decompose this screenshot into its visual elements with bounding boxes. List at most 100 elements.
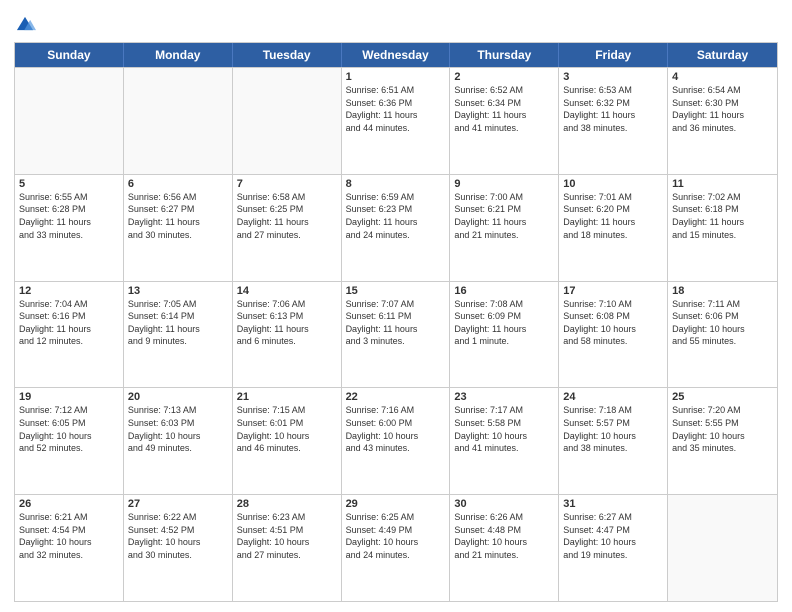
day-number: 9 [454,178,554,190]
day-number: 15 [346,285,446,297]
week-row-1: 1Sunrise: 6:51 AM Sunset: 6:36 PM Daylig… [15,67,777,174]
day-info: Sunrise: 7:16 AM Sunset: 6:00 PM Dayligh… [346,404,446,454]
week-row-2: 5Sunrise: 6:55 AM Sunset: 6:28 PM Daylig… [15,174,777,281]
cal-cell: 15Sunrise: 7:07 AM Sunset: 6:11 PM Dayli… [342,282,451,388]
page: SundayMondayTuesdayWednesdayThursdayFrid… [0,0,792,612]
cal-cell [15,68,124,174]
day-number: 16 [454,285,554,297]
day-info: Sunrise: 6:23 AM Sunset: 4:51 PM Dayligh… [237,511,337,561]
cal-cell: 14Sunrise: 7:06 AM Sunset: 6:13 PM Dayli… [233,282,342,388]
day-info: Sunrise: 6:55 AM Sunset: 6:28 PM Dayligh… [19,191,119,241]
cal-cell: 12Sunrise: 7:04 AM Sunset: 6:16 PM Dayli… [15,282,124,388]
day-number: 5 [19,178,119,190]
day-info: Sunrise: 6:52 AM Sunset: 6:34 PM Dayligh… [454,84,554,134]
day-number: 25 [672,391,773,403]
cal-cell [233,68,342,174]
day-info: Sunrise: 6:58 AM Sunset: 6:25 PM Dayligh… [237,191,337,241]
cal-cell: 2Sunrise: 6:52 AM Sunset: 6:34 PM Daylig… [450,68,559,174]
day-info: Sunrise: 7:12 AM Sunset: 6:05 PM Dayligh… [19,404,119,454]
day-info: Sunrise: 6:22 AM Sunset: 4:52 PM Dayligh… [128,511,228,561]
cal-cell: 24Sunrise: 7:18 AM Sunset: 5:57 PM Dayli… [559,388,668,494]
cal-cell: 10Sunrise: 7:01 AM Sunset: 6:20 PM Dayli… [559,175,668,281]
cal-cell: 13Sunrise: 7:05 AM Sunset: 6:14 PM Dayli… [124,282,233,388]
calendar-body: 1Sunrise: 6:51 AM Sunset: 6:36 PM Daylig… [15,67,777,601]
cal-cell: 31Sunrise: 6:27 AM Sunset: 4:47 PM Dayli… [559,495,668,601]
day-number: 28 [237,498,337,510]
day-info: Sunrise: 7:10 AM Sunset: 6:08 PM Dayligh… [563,298,663,348]
day-number: 1 [346,71,446,83]
day-info: Sunrise: 7:06 AM Sunset: 6:13 PM Dayligh… [237,298,337,348]
day-info: Sunrise: 6:54 AM Sunset: 6:30 PM Dayligh… [672,84,773,134]
day-info: Sunrise: 6:51 AM Sunset: 6:36 PM Dayligh… [346,84,446,134]
cal-cell: 9Sunrise: 7:00 AM Sunset: 6:21 PM Daylig… [450,175,559,281]
cal-cell: 3Sunrise: 6:53 AM Sunset: 6:32 PM Daylig… [559,68,668,174]
week-row-5: 26Sunrise: 6:21 AM Sunset: 4:54 PM Dayli… [15,494,777,601]
day-number: 29 [346,498,446,510]
day-number: 11 [672,178,773,190]
day-info: Sunrise: 6:26 AM Sunset: 4:48 PM Dayligh… [454,511,554,561]
day-info: Sunrise: 7:17 AM Sunset: 5:58 PM Dayligh… [454,404,554,454]
day-number: 14 [237,285,337,297]
calendar-header-row: SundayMondayTuesdayWednesdayThursdayFrid… [15,43,777,67]
day-info: Sunrise: 7:15 AM Sunset: 6:01 PM Dayligh… [237,404,337,454]
cal-cell: 27Sunrise: 6:22 AM Sunset: 4:52 PM Dayli… [124,495,233,601]
cal-cell [124,68,233,174]
day-info: Sunrise: 6:25 AM Sunset: 4:49 PM Dayligh… [346,511,446,561]
cal-cell [668,495,777,601]
cal-cell: 22Sunrise: 7:16 AM Sunset: 6:00 PM Dayli… [342,388,451,494]
day-info: Sunrise: 7:02 AM Sunset: 6:18 PM Dayligh… [672,191,773,241]
day-info: Sunrise: 7:00 AM Sunset: 6:21 PM Dayligh… [454,191,554,241]
day-number: 27 [128,498,228,510]
week-row-4: 19Sunrise: 7:12 AM Sunset: 6:05 PM Dayli… [15,387,777,494]
weekday-header-friday: Friday [559,43,668,67]
day-info: Sunrise: 6:21 AM Sunset: 4:54 PM Dayligh… [19,511,119,561]
weekday-header-tuesday: Tuesday [233,43,342,67]
day-number: 3 [563,71,663,83]
cal-cell: 11Sunrise: 7:02 AM Sunset: 6:18 PM Dayli… [668,175,777,281]
cal-cell: 5Sunrise: 6:55 AM Sunset: 6:28 PM Daylig… [15,175,124,281]
cal-cell: 26Sunrise: 6:21 AM Sunset: 4:54 PM Dayli… [15,495,124,601]
day-number: 31 [563,498,663,510]
day-number: 19 [19,391,119,403]
cal-cell: 8Sunrise: 6:59 AM Sunset: 6:23 PM Daylig… [342,175,451,281]
cal-cell: 6Sunrise: 6:56 AM Sunset: 6:27 PM Daylig… [124,175,233,281]
weekday-header-sunday: Sunday [15,43,124,67]
day-number: 10 [563,178,663,190]
cal-cell: 7Sunrise: 6:58 AM Sunset: 6:25 PM Daylig… [233,175,342,281]
day-info: Sunrise: 6:59 AM Sunset: 6:23 PM Dayligh… [346,191,446,241]
cal-cell: 21Sunrise: 7:15 AM Sunset: 6:01 PM Dayli… [233,388,342,494]
cal-cell: 18Sunrise: 7:11 AM Sunset: 6:06 PM Dayli… [668,282,777,388]
cal-cell: 30Sunrise: 6:26 AM Sunset: 4:48 PM Dayli… [450,495,559,601]
day-info: Sunrise: 6:27 AM Sunset: 4:47 PM Dayligh… [563,511,663,561]
day-number: 2 [454,71,554,83]
day-number: 4 [672,71,773,83]
day-info: Sunrise: 7:04 AM Sunset: 6:16 PM Dayligh… [19,298,119,348]
day-info: Sunrise: 7:05 AM Sunset: 6:14 PM Dayligh… [128,298,228,348]
cal-cell: 1Sunrise: 6:51 AM Sunset: 6:36 PM Daylig… [342,68,451,174]
header [14,10,778,36]
day-number: 26 [19,498,119,510]
cal-cell: 23Sunrise: 7:17 AM Sunset: 5:58 PM Dayli… [450,388,559,494]
day-info: Sunrise: 7:13 AM Sunset: 6:03 PM Dayligh… [128,404,228,454]
day-info: Sunrise: 7:20 AM Sunset: 5:55 PM Dayligh… [672,404,773,454]
weekday-header-wednesday: Wednesday [342,43,451,67]
day-number: 20 [128,391,228,403]
weekday-header-thursday: Thursday [450,43,559,67]
day-number: 13 [128,285,228,297]
weekday-header-monday: Monday [124,43,233,67]
day-number: 23 [454,391,554,403]
logo [14,14,39,36]
cal-cell: 4Sunrise: 6:54 AM Sunset: 6:30 PM Daylig… [668,68,777,174]
day-number: 6 [128,178,228,190]
cal-cell: 28Sunrise: 6:23 AM Sunset: 4:51 PM Dayli… [233,495,342,601]
day-info: Sunrise: 6:53 AM Sunset: 6:32 PM Dayligh… [563,84,663,134]
day-number: 12 [19,285,119,297]
cal-cell: 17Sunrise: 7:10 AM Sunset: 6:08 PM Dayli… [559,282,668,388]
cal-cell: 19Sunrise: 7:12 AM Sunset: 6:05 PM Dayli… [15,388,124,494]
day-info: Sunrise: 7:07 AM Sunset: 6:11 PM Dayligh… [346,298,446,348]
day-number: 21 [237,391,337,403]
logo-icon [14,14,36,36]
day-number: 24 [563,391,663,403]
day-number: 18 [672,285,773,297]
cal-cell: 20Sunrise: 7:13 AM Sunset: 6:03 PM Dayli… [124,388,233,494]
